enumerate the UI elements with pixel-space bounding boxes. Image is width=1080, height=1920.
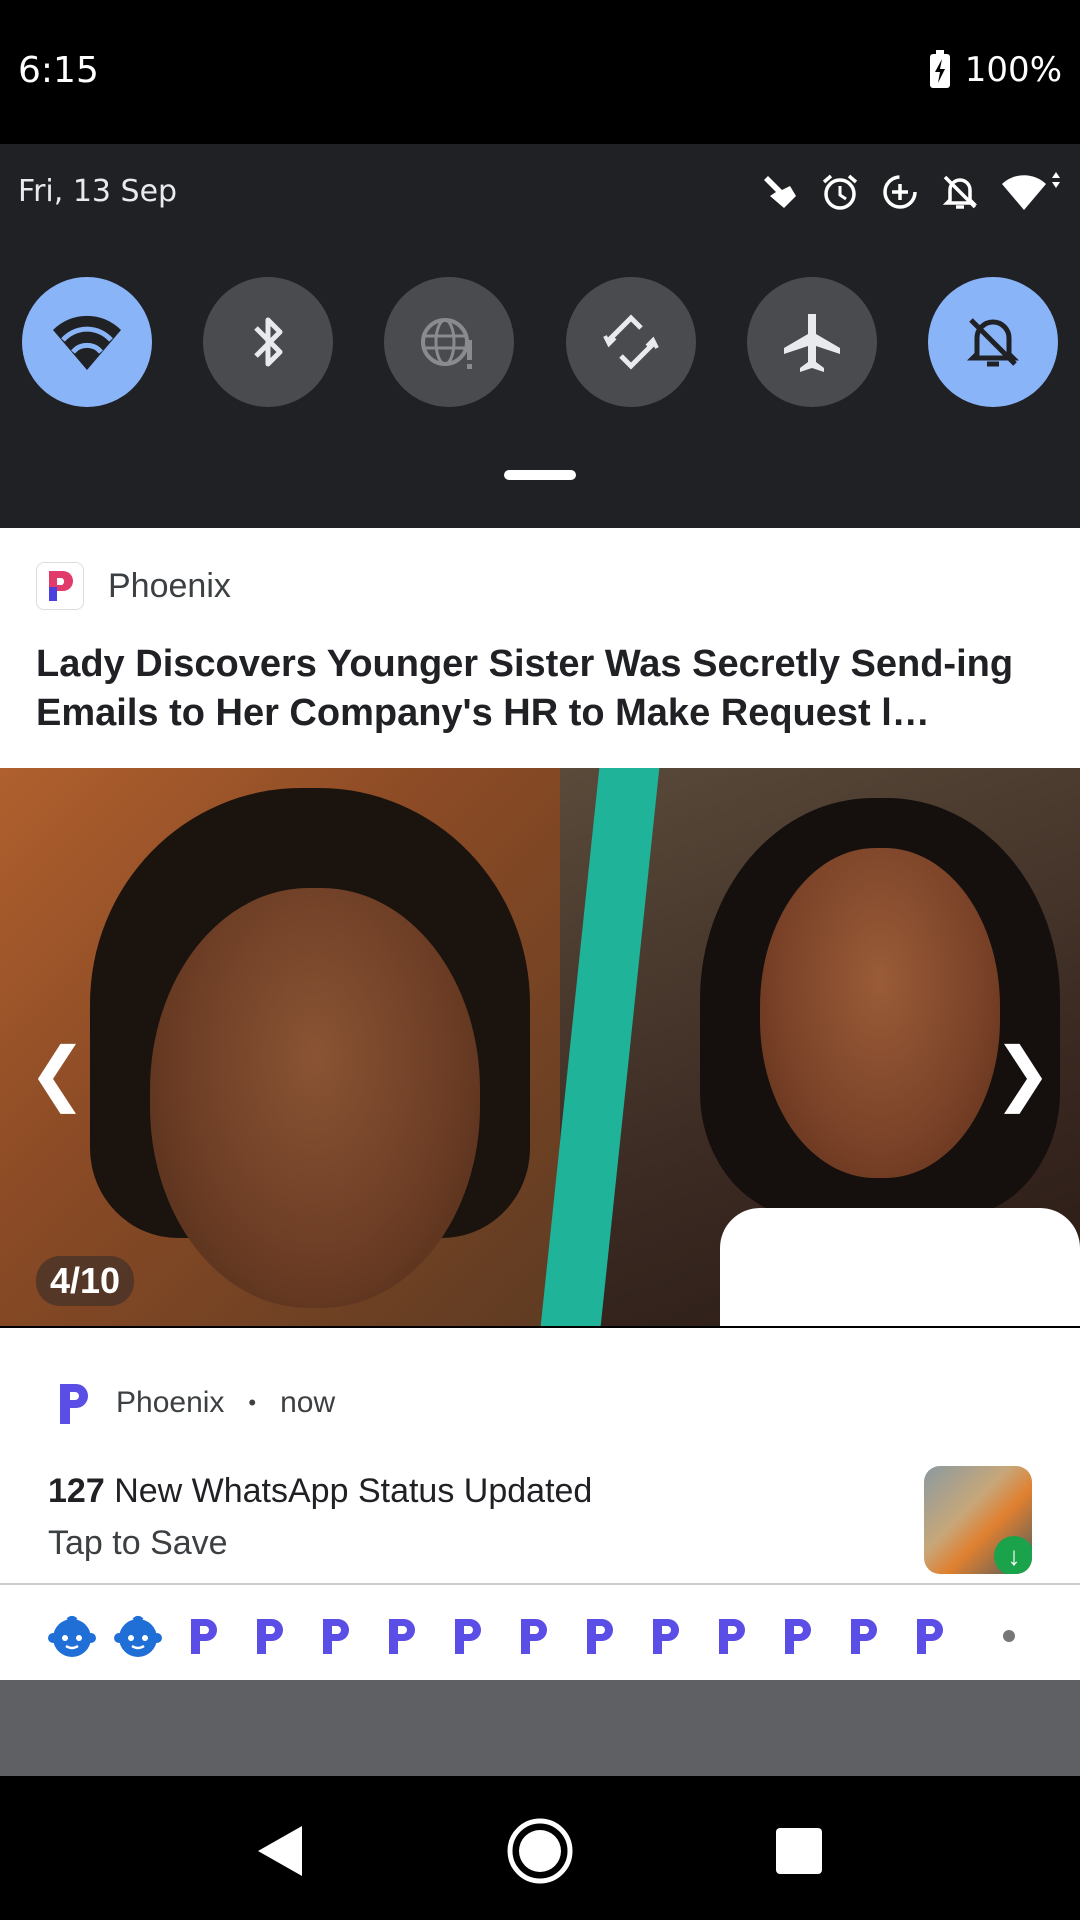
tile-wifi[interactable] — [22, 277, 152, 407]
phoenix-icon — [576, 1612, 624, 1660]
status-bar: 6:15 100% — [0, 0, 1080, 144]
baby-face-icon — [114, 1612, 162, 1660]
phoenix-icon — [642, 1612, 690, 1660]
download-icon: ↓ — [994, 1536, 1032, 1574]
prev-arrow-icon[interactable]: ❮ — [28, 1038, 87, 1108]
phoenix-icon — [180, 1612, 228, 1660]
phoenix-icon — [774, 1612, 822, 1660]
notification-thumbnail: ↓ — [924, 1466, 1032, 1574]
quick-settings-panel: Fri, 13 Sep — [0, 144, 1080, 528]
collapsed-notification-icons[interactable] — [48, 1612, 954, 1660]
tile-do-not-disturb[interactable] — [927, 277, 1058, 407]
separator-dot: • — [248, 1390, 257, 1415]
notification-subtitle: Tap to Save — [48, 1524, 228, 1562]
tile-auto-rotate[interactable] — [565, 277, 696, 407]
battery-percent: 100% — [964, 50, 1062, 90]
phoenix-icon — [444, 1612, 492, 1660]
globe-alert-icon — [421, 318, 473, 369]
status-icons — [760, 172, 1062, 212]
notifications-off-icon — [942, 175, 978, 209]
baby-face-icon — [48, 1612, 96, 1660]
quick-tiles — [22, 277, 1058, 407]
airplane-icon — [783, 314, 840, 372]
drag-handle[interactable] — [504, 470, 576, 480]
notification-news[interactable]: Phoenix Lady Discovers Younger Sister Wa… — [0, 528, 1080, 1326]
wifi-icon — [53, 315, 121, 370]
phoenix-icon — [60, 1384, 88, 1424]
phoenix-icon — [510, 1612, 558, 1660]
app-name: Phoenix — [116, 1386, 225, 1419]
notification-status-saver[interactable]: Phoenix • now 127 New WhatsApp Status Up… — [0, 1328, 1080, 1680]
notification-image-carousel[interactable]: ❮ ❯ 4/10 — [0, 768, 1080, 1326]
alarm-icon — [822, 174, 858, 210]
tile-airplane-mode[interactable] — [746, 277, 877, 407]
phoenix-logo-icon — [36, 562, 84, 610]
clock: 6:15 — [18, 50, 99, 91]
app-name: Phoenix — [108, 566, 231, 605]
wifi-icon — [1002, 172, 1060, 210]
phoenix-icon — [246, 1612, 294, 1660]
notification-title-text: New WhatsApp Status Updated — [114, 1472, 593, 1510]
navigation-bar — [0, 1776, 1080, 1920]
phoenix-icon — [906, 1612, 954, 1660]
rotate-icon — [602, 314, 659, 370]
panel-scrim — [0, 1680, 1080, 1776]
photo-subject-clothing — [720, 1208, 1080, 1326]
bluetooth-icon — [254, 317, 283, 367]
touch-icon — [764, 176, 796, 208]
notification-header: Phoenix • now — [56, 1380, 335, 1426]
back-icon[interactable] — [246, 1816, 316, 1886]
more-indicator-icon — [1003, 1630, 1015, 1642]
notification-title: Lady Discovers Younger Sister Was Secret… — [36, 643, 1014, 734]
data-saver-icon — [883, 175, 917, 209]
notifications-off-icon — [966, 318, 1019, 367]
date-label[interactable]: Fri, 13 Sep — [18, 174, 177, 209]
notification-title: 127 New WhatsApp Status Updated — [48, 1472, 592, 1511]
battery-indicator: 100% — [927, 50, 1062, 90]
phoenix-icon — [312, 1612, 360, 1660]
image-counter: 4/10 — [36, 1256, 135, 1306]
notification-header: Phoenix — [36, 562, 231, 610]
photo-subject-face — [150, 888, 480, 1308]
home-icon[interactable] — [505, 1816, 575, 1886]
photo-subject-face — [760, 848, 1000, 1178]
phoenix-icon — [708, 1612, 756, 1660]
recents-icon[interactable] — [764, 1816, 834, 1886]
next-arrow-icon[interactable]: ❯ — [993, 1038, 1052, 1108]
phoenix-icon — [840, 1612, 888, 1660]
phoenix-icon — [378, 1612, 426, 1660]
status-count: 127 — [48, 1472, 105, 1510]
tile-bluetooth[interactable] — [203, 277, 334, 407]
divider — [0, 1583, 1080, 1585]
battery-charging-icon — [929, 50, 950, 88]
tile-mobile-data[interactable] — [384, 277, 515, 407]
timestamp: now — [280, 1386, 336, 1419]
